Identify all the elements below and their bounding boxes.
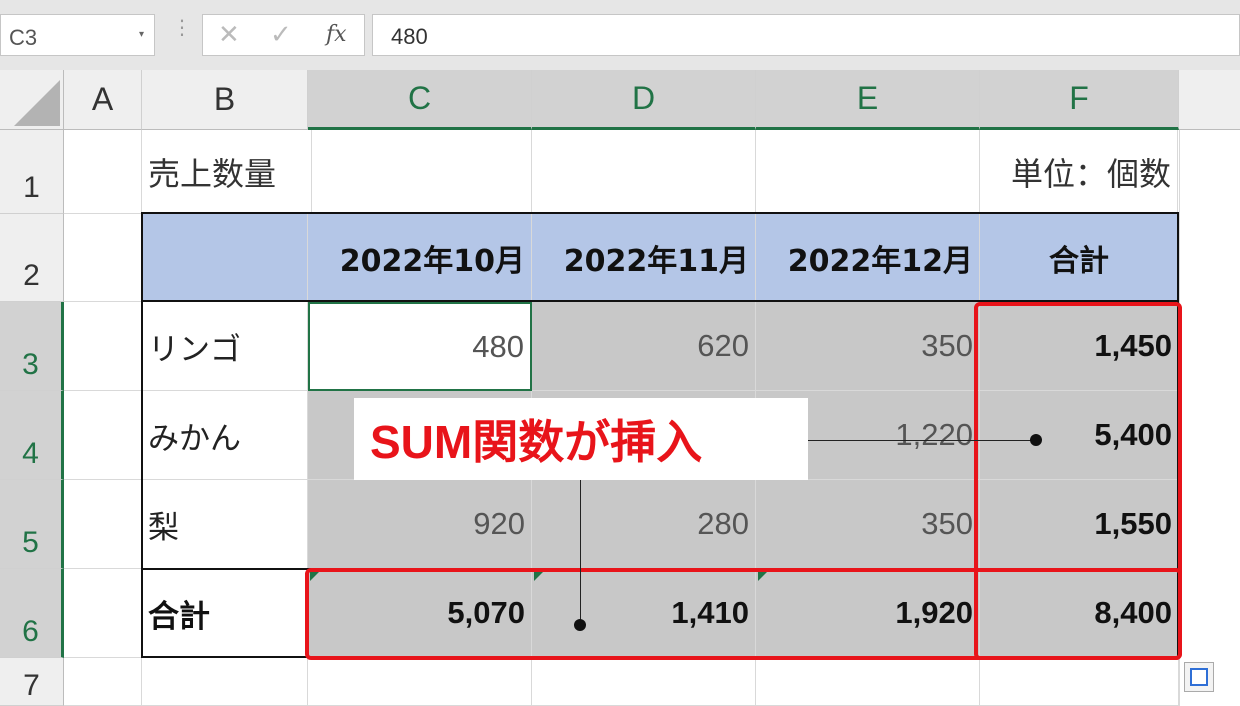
cell-a5[interactable] bbox=[64, 480, 142, 569]
column-header-g[interactable] bbox=[1179, 70, 1240, 130]
unit-label[interactable]: 単位：個数 bbox=[980, 130, 1178, 214]
cell-f7[interactable] bbox=[980, 658, 1179, 706]
cell-a7[interactable] bbox=[64, 658, 142, 706]
cancel-icon[interactable]: ✕ bbox=[218, 20, 240, 50]
cell-c1[interactable] bbox=[308, 130, 532, 214]
row-header-1[interactable]: 1 bbox=[0, 130, 64, 214]
cell-b7[interactable] bbox=[142, 658, 308, 706]
cell-c7[interactable] bbox=[308, 658, 532, 706]
name-box[interactable]: C3 ▾ bbox=[0, 14, 155, 56]
insert-function-icon[interactable]: fx bbox=[326, 22, 347, 47]
column-g-cells[interactable] bbox=[1179, 130, 1240, 706]
select-all-icon bbox=[14, 80, 60, 126]
leader-line bbox=[783, 440, 1036, 441]
cell-a2[interactable] bbox=[64, 214, 142, 302]
cell-a3[interactable] bbox=[64, 302, 142, 391]
quick-analysis-icon bbox=[1190, 668, 1208, 686]
column-header-f[interactable]: F bbox=[980, 70, 1179, 130]
column-header-d[interactable]: D bbox=[532, 70, 756, 130]
row-header-5[interactable]: 5 bbox=[0, 480, 64, 569]
sum-callout: SUM関数が挿入 bbox=[354, 398, 808, 480]
vertical-dots-icon[interactable]: ⋮ bbox=[172, 17, 192, 37]
cell-a6[interactable] bbox=[64, 569, 142, 658]
formula-value: 480 bbox=[391, 24, 428, 49]
leader-dot bbox=[1030, 434, 1042, 446]
row-header-3[interactable]: 3 bbox=[0, 302, 64, 391]
row-header-7[interactable]: 7 bbox=[0, 658, 64, 706]
cell-d1[interactable] bbox=[532, 130, 756, 214]
enter-icon[interactable]: ✓ bbox=[270, 20, 292, 50]
column-header-b[interactable]: B bbox=[142, 70, 308, 130]
column-header-e[interactable]: E bbox=[756, 70, 980, 130]
cell-d7[interactable] bbox=[532, 658, 756, 706]
column-header-c[interactable]: C bbox=[308, 70, 532, 130]
column-header-a[interactable]: A bbox=[64, 70, 142, 130]
cell-a4[interactable] bbox=[64, 391, 142, 480]
row-header-6[interactable]: 6 bbox=[0, 569, 64, 658]
highlight-total-row bbox=[305, 568, 1182, 660]
leader-line bbox=[580, 480, 581, 625]
sheet-title[interactable]: 売上数量 bbox=[142, 130, 312, 214]
row-header-2[interactable]: 2 bbox=[0, 214, 64, 302]
chevron-down-icon[interactable]: ▾ bbox=[139, 29, 144, 40]
name-box-value: C3 bbox=[9, 25, 38, 50]
cell-e1[interactable] bbox=[756, 130, 980, 214]
row-header-4[interactable]: 4 bbox=[0, 391, 64, 480]
formula-input[interactable]: 480 bbox=[372, 14, 1240, 56]
cell-e7[interactable] bbox=[756, 658, 980, 706]
cell-a1[interactable] bbox=[64, 130, 142, 214]
leader-dot bbox=[574, 619, 586, 631]
